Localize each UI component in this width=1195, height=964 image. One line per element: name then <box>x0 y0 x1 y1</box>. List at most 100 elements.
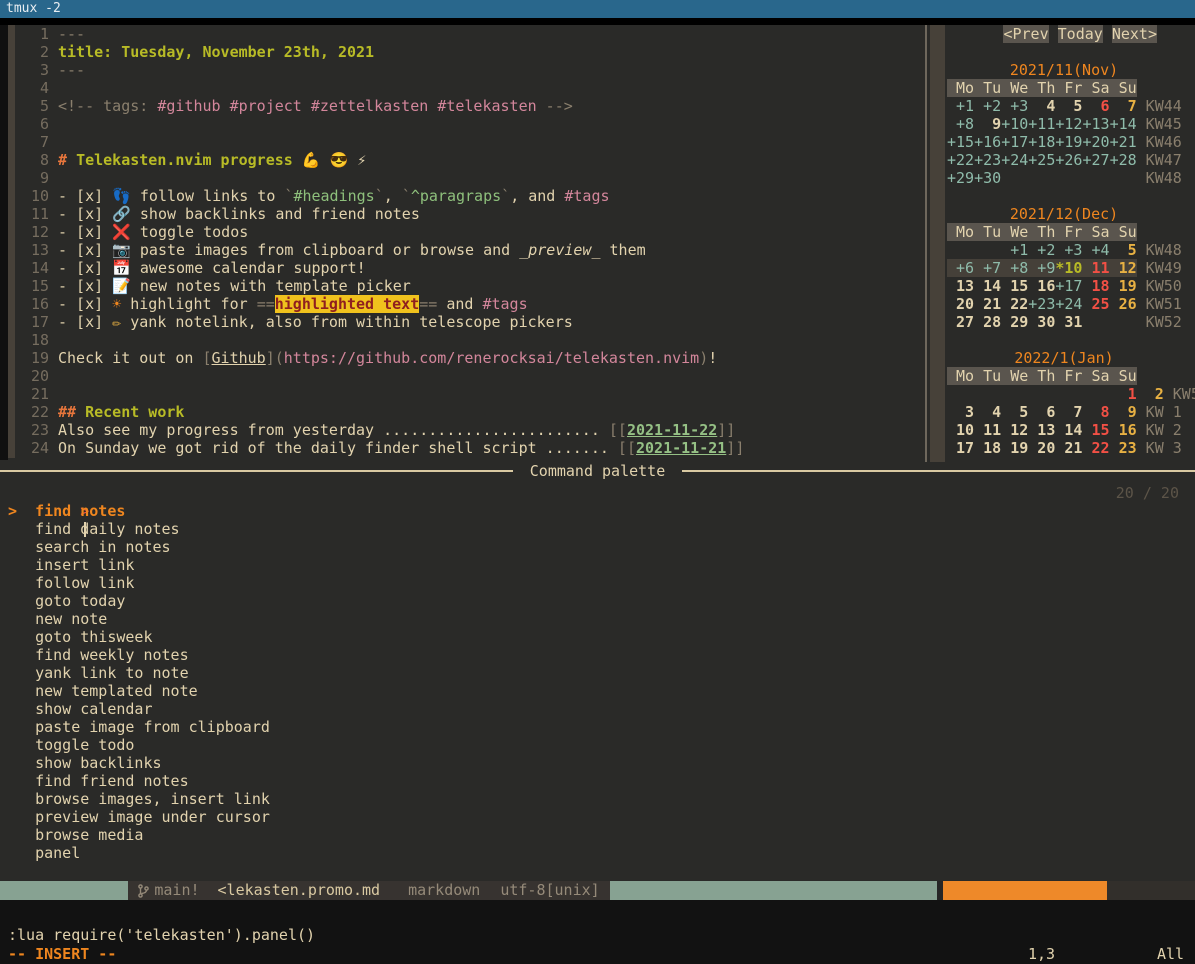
buffer-line[interactable]: 20 <box>15 367 920 385</box>
calendar-day-cell[interactable]: 13 <box>947 277 974 295</box>
calendar-day-cell[interactable]: 19 <box>1001 439 1028 457</box>
calendar-day-cell[interactable]: 25 <box>1082 295 1109 313</box>
palette-item[interactable]: goto today <box>0 592 1195 610</box>
palette-item[interactable]: follow link <box>0 574 1195 592</box>
calendar-day-cell[interactable]: 26 <box>1110 295 1137 313</box>
calendar-day-cell[interactable]: +12 <box>1055 115 1082 133</box>
palette-item[interactable]: show backlinks <box>0 754 1195 772</box>
calendar-day-cell[interactable]: +15 <box>947 133 974 151</box>
calendar-day-cell[interactable]: 9 <box>1110 403 1137 421</box>
today-cell[interactable]: *10 <box>1055 259 1082 277</box>
buffer-line[interactable]: 18 <box>15 331 920 349</box>
calendar-day-cell[interactable]: +29 <box>947 169 974 187</box>
buffer-line[interactable]: 19Check it out on [Github](https://githu… <box>15 349 920 367</box>
calendar-day-cell[interactable]: 7 <box>1110 97 1137 115</box>
calendar-day-cell[interactable]: +4 <box>1082 241 1109 259</box>
calendar-day-cell[interactable]: 16 <box>1110 421 1137 439</box>
buffer-line[interactable]: 24On Sunday we got rid of the daily find… <box>15 439 920 457</box>
calendar-day-cell[interactable]: +8 <box>947 115 974 133</box>
buffer-line[interactable]: 17- [x] ✏ yank notelink, also from withi… <box>15 313 920 331</box>
calendar-day-cell[interactable]: +25 <box>1028 151 1055 169</box>
calendar-day-cell[interactable]: 29 <box>1001 313 1028 331</box>
calendar-day-cell[interactable]: 6 <box>1082 97 1109 115</box>
calendar-day-cell[interactable]: +1 <box>947 97 974 115</box>
palette-item[interactable]: find daily notes <box>0 520 1195 538</box>
palette-item[interactable]: yank link to note <box>0 664 1195 682</box>
buffer-line[interactable]: 23Also see my progress from yesterday ..… <box>15 421 920 439</box>
calendar-day-cell[interactable]: 1 <box>1110 385 1137 403</box>
wikilink-2021-11-22[interactable]: 2021-11-22 <box>627 421 717 439</box>
tag-telekasten[interactable]: #telekasten <box>437 97 536 115</box>
calendar-day-cell[interactable]: +17 <box>1001 133 1028 151</box>
command-line-area[interactable]: :lua require('telekasten').panel() -- IN… <box>0 900 1195 964</box>
calendar-day-cell[interactable]: +19 <box>1055 133 1082 151</box>
calendar-day-cell[interactable]: +8 <box>1001 259 1028 277</box>
tag-zettelkasten[interactable]: #zettelkasten <box>311 97 428 115</box>
buffer-line[interactable]: 6 <box>15 115 920 133</box>
calendar-day-cell[interactable]: 18 <box>1082 277 1109 295</box>
palette-item[interactable]: insert link <box>0 556 1195 574</box>
calendar-day-cell[interactable]: 4 <box>1028 97 1055 115</box>
buffer-line[interactable]: 4 <box>15 79 920 97</box>
buffer-line[interactable]: 3--- <box>15 61 920 79</box>
calendar-day-cell[interactable]: 21 <box>1055 439 1082 457</box>
calendar-day-cell[interactable]: 12 <box>1110 259 1137 277</box>
palette-item[interactable]: new templated note <box>0 682 1195 700</box>
calendar-day-cell[interactable]: +13 <box>1082 115 1109 133</box>
calendar-day-cell[interactable]: 3 <box>947 403 974 421</box>
palette-item[interactable]: new note <box>0 610 1195 628</box>
calendar-day-cell[interactable]: +21 <box>1110 133 1137 151</box>
palette-item[interactable]: show calendar <box>0 700 1195 718</box>
buffer-line[interactable]: 11- [x] 🔗 show backlinks and friend note… <box>15 205 920 223</box>
palette-item[interactable]: find friend notes <box>0 772 1195 790</box>
buffer-line[interactable]: 12- [x] ❌ toggle todos <box>15 223 920 241</box>
calendar-day-cell[interactable]: +23 <box>974 151 1001 169</box>
calendar-day-cell[interactable]: 30 <box>1028 313 1055 331</box>
calendar-day-cell[interactable]: +11 <box>1028 115 1055 133</box>
calendar-day-cell[interactable]: +20 <box>1082 133 1109 151</box>
calendar-day-cell[interactable]: +3 <box>1055 241 1082 259</box>
buffer-line[interactable]: 22## Recent work <box>15 403 920 421</box>
calendar-day-cell[interactable]: 5 <box>1001 403 1028 421</box>
calendar-day-cell[interactable]: +6 <box>947 259 974 277</box>
today-button[interactable]: Today <box>1058 25 1103 43</box>
calendar-day-cell[interactable]: +10 <box>1001 115 1028 133</box>
calendar-day-cell[interactable]: 9 <box>974 115 1001 133</box>
calendar-day-cell[interactable]: 18 <box>974 439 1001 457</box>
calendar-day-cell[interactable]: +7 <box>974 259 1001 277</box>
palette-item[interactable]: search in notes <box>0 538 1195 556</box>
github-link[interactable]: Github <box>212 349 266 367</box>
calendar-day-cell[interactable]: 21 <box>974 295 1001 313</box>
next-button[interactable]: Next> <box>1112 25 1157 43</box>
palette-item[interactable]: goto thisweek <box>0 628 1195 646</box>
window-separator[interactable] <box>925 25 927 462</box>
palette-item[interactable]: browse media <box>0 826 1195 844</box>
calendar-day-cell[interactable]: 7 <box>1055 403 1082 421</box>
buffer-line[interactable]: 21 <box>15 385 920 403</box>
calendar-day-cell[interactable]: 22 <box>1001 295 1028 313</box>
calendar-day-cell[interactable]: 13 <box>1028 421 1055 439</box>
buffer-line[interactable]: 14- [x] 📅 awesome calendar support! <box>15 259 920 277</box>
calendar-day-cell[interactable]: 8 <box>1082 403 1109 421</box>
calendar-day-cell[interactable]: 20 <box>947 295 974 313</box>
calendar-day-cell[interactable]: 10 <box>947 421 974 439</box>
buffer-line[interactable]: 13- [x] 📷 paste images from clipboard or… <box>15 241 920 259</box>
wikilink-2021-11-21[interactable]: 2021-11-21 <box>636 439 726 457</box>
calendar-day-cell[interactable]: 31 <box>1055 313 1082 331</box>
calendar-day-cell[interactable]: 19 <box>1110 277 1137 295</box>
github-url[interactable]: https://github.com/renerocksai/telekaste… <box>284 349 699 367</box>
calendar-day-cell[interactable]: +27 <box>1082 151 1109 169</box>
calendar-day-cell[interactable]: 16 <box>1028 277 1055 295</box>
tag-github[interactable]: #github <box>157 97 220 115</box>
calendar-day-cell[interactable]: +3 <box>1001 97 1028 115</box>
tag-tags[interactable]: #tags <box>482 295 527 313</box>
buffer-line[interactable]: 7 <box>15 133 920 151</box>
calendar-day-cell[interactable]: +18 <box>1028 133 1055 151</box>
calendar-day-cell[interactable]: +1 <box>1001 241 1028 259</box>
calendar-day-cell[interactable]: +16 <box>974 133 1001 151</box>
calendar-day-cell[interactable]: +9 <box>1028 259 1055 277</box>
palette-item[interactable]: panel <box>0 844 1195 862</box>
markdown-buffer[interactable]: 1---2title: Tuesday, November 23th, 2021… <box>15 25 920 459</box>
tag-project[interactable]: #project <box>230 97 302 115</box>
calendar-day-cell[interactable]: 14 <box>1055 421 1082 439</box>
